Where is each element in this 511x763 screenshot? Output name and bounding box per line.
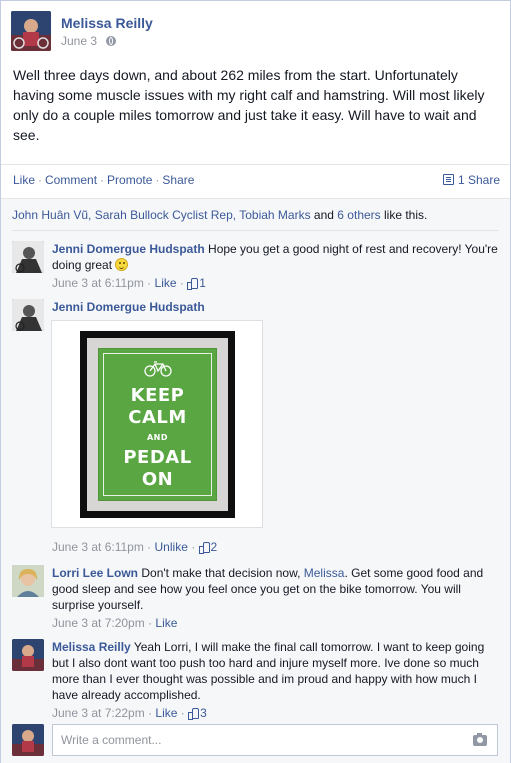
post-author[interactable]: Melissa Reilly <box>61 15 153 31</box>
share-count[interactable]: 1 Share <box>442 173 500 187</box>
share-link[interactable]: Share <box>162 173 194 187</box>
commenter-avatar[interactable] <box>12 299 44 331</box>
camera-icon[interactable] <box>473 733 487 746</box>
separator: · <box>100 173 105 187</box>
commenter-name[interactable]: Jenni Domergue Hudspath <box>52 299 500 315</box>
avatar-photo <box>12 639 44 671</box>
comment-meta: June 3 at 7:20pm · Like <box>52 616 178 630</box>
globe-icon[interactable] <box>106 36 117 46</box>
likers-names[interactable]: John Huân Vũ, Sarah Bullock Cyclist Rep,… <box>12 208 311 222</box>
comment-time[interactable]: June 3 at 7:20pm <box>52 616 145 630</box>
comment-meta: June 3 at 7:22pm · Like · 3 <box>52 706 207 720</box>
separator: · <box>38 173 43 187</box>
comment-like-count[interactable]: 1 <box>187 276 206 290</box>
comment-time[interactable]: June 3 at 6:11pm <box>52 540 144 554</box>
poster-line: KEEP <box>130 385 185 406</box>
poster-line: PEDAL <box>123 447 192 468</box>
bicycle-icon <box>143 361 172 377</box>
commenter-avatar[interactable] <box>12 565 44 597</box>
share-icon <box>442 174 454 185</box>
comment-like-link[interactable]: Like <box>155 276 177 290</box>
commenter-name[interactable]: Lorri Lee Lown <box>52 566 138 580</box>
avatar-photo <box>12 565 44 597</box>
commenter-name[interactable]: Melissa Reilly <box>52 640 131 654</box>
divider <box>1 164 510 165</box>
comment-body: Melissa Reilly Yeah Lorri, I will make t… <box>52 639 500 721</box>
comment-like-number: 3 <box>200 706 207 720</box>
post-card: Melissa Reilly June 3 Well three days do… <box>0 0 511 763</box>
post-date[interactable]: June 3 <box>61 34 97 48</box>
comment-like-number: 2 <box>210 540 218 554</box>
smiley-emoji-icon <box>115 258 129 271</box>
comment-body: Jenni Domergue Hudspath Hope you get a g… <box>52 241 500 291</box>
post-actions: Like · Comment · Promote · Share 1 Share <box>13 173 500 187</box>
comment-unlike-link[interactable]: Unlike <box>155 540 188 554</box>
comment-link[interactable]: Comment <box>45 173 97 187</box>
comment-photo[interactable]: KEEP CALM AND PEDAL ON <box>51 320 263 528</box>
mention-link[interactable]: Melissa <box>304 566 345 580</box>
comment-like-count[interactable]: 2 <box>198 540 218 554</box>
commenter-name[interactable]: Jenni Domergue Hudspath <box>52 242 205 256</box>
likes-summary: John Huân Vũ, Sarah Bullock Cyclist Rep,… <box>12 208 427 222</box>
separator: · <box>155 173 160 187</box>
poster-line: AND <box>146 433 169 442</box>
comment-meta: June 3 at 6:11pm · Unlike · 2 <box>52 540 218 554</box>
poster-frame: KEEP CALM AND PEDAL ON <box>80 331 235 518</box>
poster-line: CALM <box>128 407 187 428</box>
share-count-label: 1 Share <box>457 173 500 187</box>
comment-body: Jenni Domergue Hudspath <box>52 299 500 315</box>
likes-connector: and <box>310 208 338 222</box>
post-meta: June 3 <box>61 34 117 48</box>
divider <box>1 198 510 199</box>
commenter-avatar[interactable] <box>12 241 44 273</box>
keep-calm-poster: KEEP CALM AND PEDAL ON <box>98 348 217 501</box>
thumbs-up-icon <box>187 278 199 290</box>
likes-suffix: like this. <box>380 208 428 222</box>
comment-like-count[interactable]: 3 <box>188 706 207 720</box>
comment-composer: Write a comment... <box>12 724 499 756</box>
comment-time[interactable]: June 3 at 6:11pm <box>52 276 144 290</box>
viewer-avatar <box>12 724 44 756</box>
author-avatar[interactable] <box>11 11 51 51</box>
avatar-photo <box>12 241 44 273</box>
divider <box>12 230 499 231</box>
comment-content: Jenni Domergue Hudspath Hope you get a g… <box>52 241 500 273</box>
comment-meta: June 3 at 6:11pm · Like · 1 <box>52 276 206 290</box>
comment-body: June 3 at 6:11pm · Unlike · 2 <box>52 539 500 555</box>
avatar-photo <box>12 724 44 756</box>
like-link[interactable]: Like <box>13 173 35 187</box>
comment-like-number: 1 <box>199 276 206 290</box>
comment-content: Melissa Reilly Yeah Lorri, I will make t… <box>52 639 500 703</box>
comment-like-link[interactable]: Like <box>155 706 177 720</box>
promote-link[interactable]: Promote <box>107 173 152 187</box>
poster-mat: KEEP CALM AND PEDAL ON <box>87 338 228 511</box>
thumbs-up-icon <box>198 542 210 554</box>
poster-line: ON <box>141 469 174 490</box>
comments-section: John Huân Vũ, Sarah Bullock Cyclist Rep,… <box>1 198 510 763</box>
likes-others-link[interactable]: 6 others <box>337 208 380 222</box>
comment-input-placeholder: Write a comment... <box>61 733 162 747</box>
comment-like-link[interactable]: Like <box>155 616 177 630</box>
avatar-photo <box>12 299 44 331</box>
commenter-avatar[interactable] <box>12 639 44 671</box>
comment-input[interactable]: Write a comment... <box>52 724 498 756</box>
comment-body: Lorri Lee Lown Don't make that decision … <box>52 565 500 631</box>
avatar-photo <box>11 11 51 51</box>
comment-text: Don't make that decision now, <box>141 566 304 580</box>
comment-time[interactable]: June 3 at 7:22pm <box>52 706 145 720</box>
comment-content: Lorri Lee Lown Don't make that decision … <box>52 565 500 613</box>
post-text: Well three days down, and about 262 mile… <box>13 67 485 143</box>
thumbs-up-icon <box>188 708 200 720</box>
